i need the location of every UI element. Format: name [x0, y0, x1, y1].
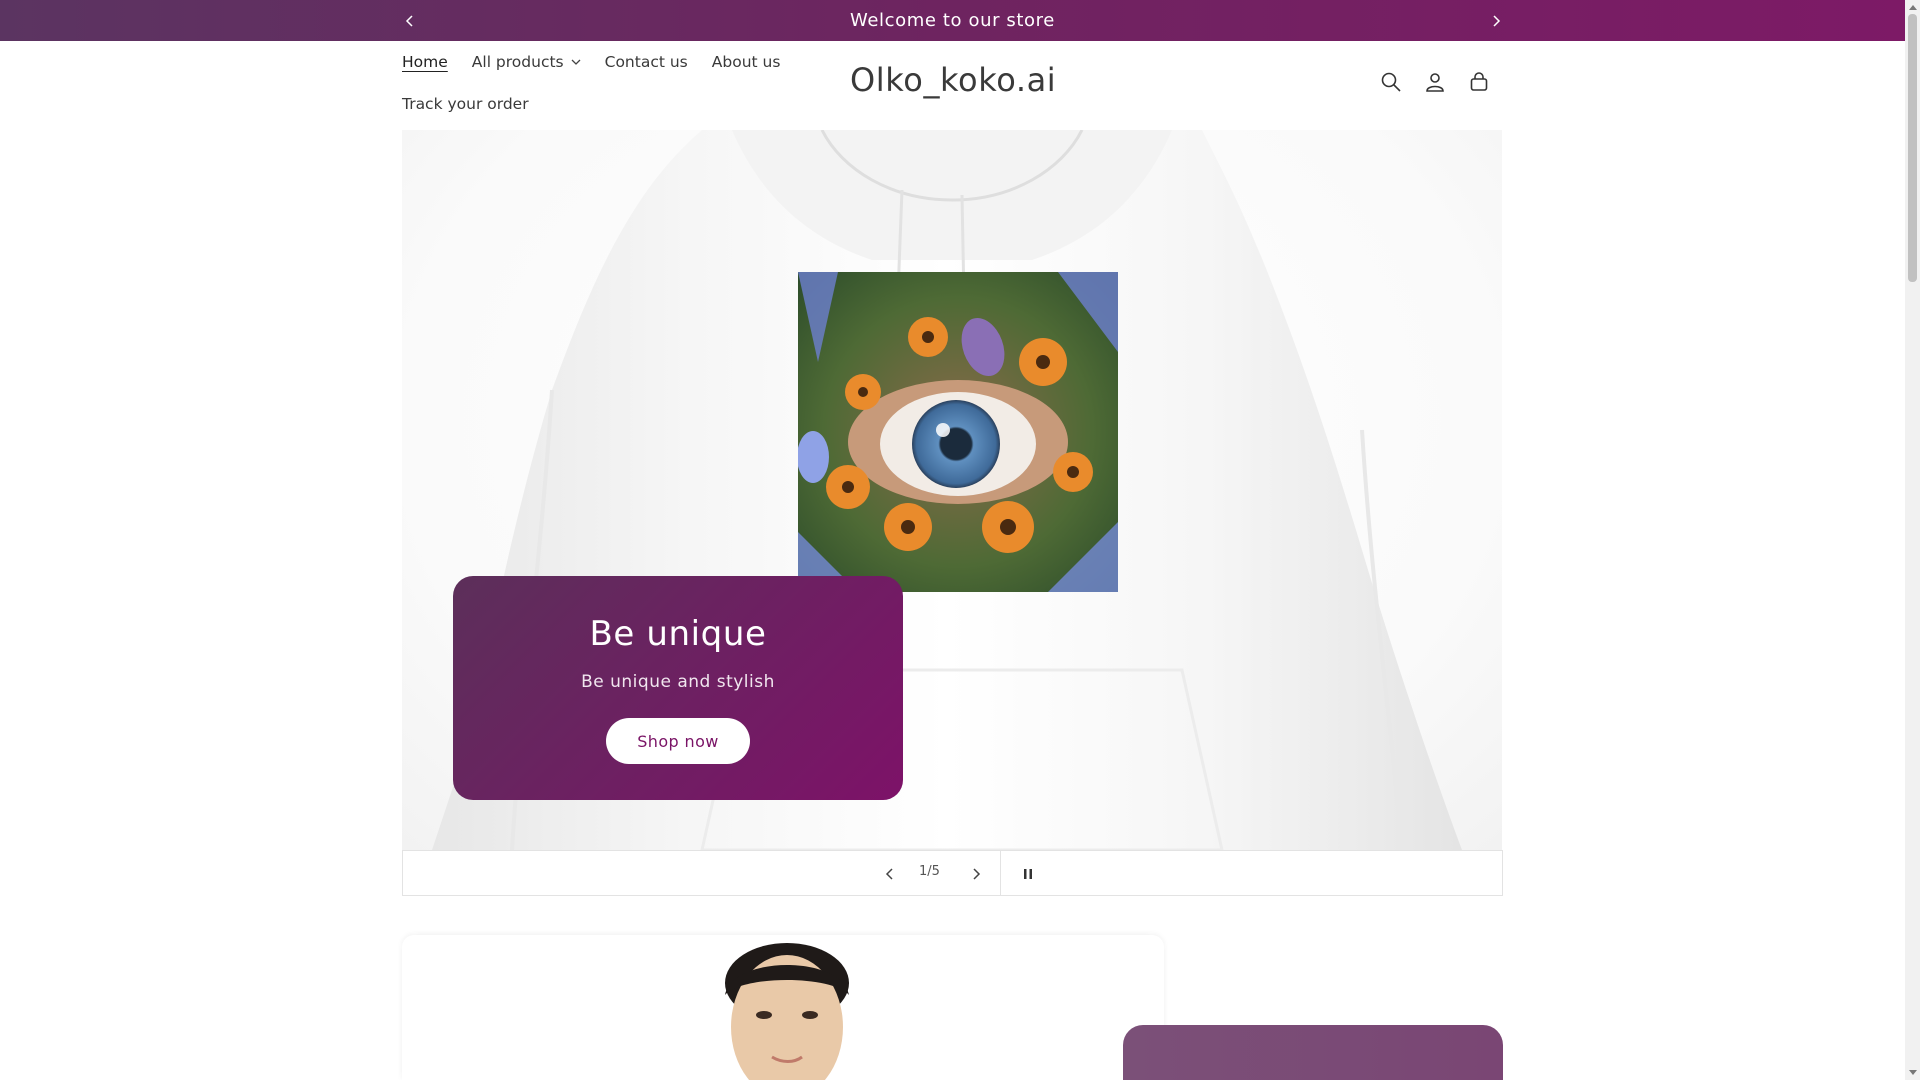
- chevron-down-icon: [571, 59, 581, 66]
- hero-heading: Be unique: [589, 614, 767, 654]
- pause-icon: [1024, 869, 1032, 879]
- slider-controls: 1/5: [402, 850, 1503, 896]
- header-icons: [1377, 68, 1493, 96]
- scroll-up-arrow[interactable]: [1905, 0, 1920, 14]
- model-image: [402, 935, 1164, 1080]
- section-content-card: [1123, 1025, 1503, 1080]
- chevron-left-icon: [405, 14, 413, 27]
- cart-icon: [1470, 72, 1488, 91]
- search-button[interactable]: [1377, 68, 1405, 96]
- scroll-down-arrow[interactable]: [1905, 1066, 1920, 1080]
- eye-flower-artwork: [798, 272, 1118, 592]
- site-header: Home All products Contact us About us Tr…: [0, 41, 1905, 130]
- site-logo[interactable]: Olko_koko.ai: [850, 61, 1056, 99]
- chevron-right-icon: [1493, 14, 1501, 27]
- shop-now-button[interactable]: Shop now: [606, 718, 750, 764]
- hero-subheading: Be unique and stylish: [581, 672, 775, 692]
- nav-track-order[interactable]: Track your order: [402, 95, 529, 113]
- chevron-right-icon: [973, 868, 981, 880]
- search-icon: [1381, 72, 1401, 92]
- nav-about-us[interactable]: About us: [712, 53, 781, 71]
- account-button[interactable]: [1421, 68, 1449, 96]
- triangle-down-icon: [1908, 1070, 1917, 1075]
- slideshow-pause-button[interactable]: [1013, 859, 1043, 889]
- announcement-message: Welcome to our store: [850, 10, 1055, 31]
- chevron-left-icon: [885, 868, 893, 880]
- slider-divider: [1000, 851, 1001, 895]
- cart-button[interactable]: [1465, 68, 1493, 96]
- announcement-prev-button[interactable]: [390, 0, 430, 41]
- slide-next-button[interactable]: [961, 859, 991, 889]
- hero-content-card: Be unique Be unique and stylish Shop now: [453, 576, 903, 800]
- hero-slideshow: Be unique Be unique and stylish Shop now: [402, 130, 1502, 850]
- announcement-bar: Welcome to our store: [0, 0, 1905, 41]
- nav-home[interactable]: Home: [402, 53, 448, 71]
- nav-all-products-label: All products: [471, 53, 564, 71]
- announcement-next-button[interactable]: [1476, 0, 1516, 41]
- nav-all-products[interactable]: All products: [472, 53, 581, 71]
- slide-counter: 1/5: [919, 864, 940, 879]
- scrollbar-thumb[interactable]: [1908, 14, 1917, 282]
- nav-contact-us[interactable]: Contact us: [605, 53, 688, 71]
- main-nav: Home All products Contact us About us Tr…: [402, 41, 822, 125]
- page-scrollbar[interactable]: [1905, 0, 1920, 1080]
- triangle-up-icon: [1908, 5, 1917, 10]
- account-icon: [1426, 73, 1444, 92]
- slide-prev-button[interactable]: [875, 859, 905, 889]
